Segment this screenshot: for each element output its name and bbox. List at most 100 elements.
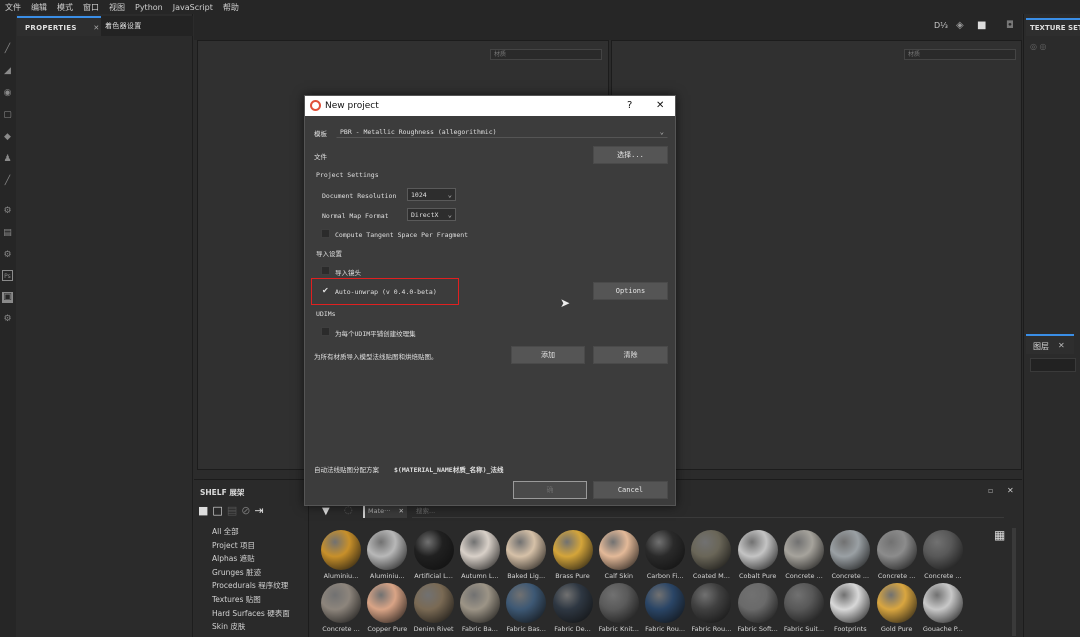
document-resolution-select[interactable]: 1024 ⌄ [407, 188, 456, 201]
menu-mode[interactable]: 模式 [52, 2, 78, 13]
menu-file[interactable]: 文件 [0, 2, 26, 13]
close-button[interactable]: ✕ [656, 100, 664, 111]
material-thumbnail[interactable] [413, 583, 454, 623]
material-thumbnail[interactable] [645, 583, 686, 623]
auto-unwrap-checkbox[interactable]: ✔ [322, 286, 329, 295]
material-thumbnail[interactable] [737, 583, 778, 623]
menu-edit[interactable]: 编辑 [26, 2, 52, 13]
material-thumbnail[interactable] [830, 530, 871, 570]
tab-layers[interactable]: 图层 ✕ [1026, 334, 1074, 354]
new-icon[interactable]: □ [212, 504, 226, 517]
material-thumbnail[interactable] [367, 583, 408, 623]
shelf-category-project[interactable]: Project 项目 [212, 539, 312, 553]
clear-button[interactable]: 清除 [593, 346, 668, 364]
clone-stamp-icon[interactable]: ♟ [2, 154, 13, 165]
material-thumbnail[interactable] [737, 530, 778, 570]
close-icon[interactable]: ✕ [1007, 486, 1014, 495]
display-mode-icon[interactable]: D⅓ [934, 21, 948, 30]
normal-map-format-select[interactable]: DirectX ⌄ [407, 208, 456, 221]
material-thumbnail[interactable] [922, 583, 963, 623]
material-thumbnail[interactable] [830, 583, 871, 623]
material-thumbnail[interactable] [552, 583, 593, 623]
menu-window[interactable]: 窗口 [78, 2, 104, 13]
close-icon[interactable]: ✕ [93, 24, 99, 32]
shelf-category-all[interactable]: All 全部 [212, 525, 312, 539]
material-thumbnail[interactable] [506, 583, 547, 623]
screenshot-icon[interactable]: ◘ [1006, 20, 1014, 31]
import-icon[interactable]: ⇥ [254, 504, 267, 517]
material-thumbnail[interactable] [784, 530, 824, 570]
geometry-mask-icon[interactable]: ▢ [2, 110, 13, 121]
close-icon[interactable]: ✕ [1058, 341, 1065, 350]
material-thumbnail[interactable] [367, 530, 408, 570]
material-thumbnail[interactable] [321, 583, 361, 623]
material-thumbnail[interactable] [552, 530, 593, 570]
close-icon[interactable]: ✕ [399, 505, 404, 517]
float-icon[interactable]: ▫ [988, 486, 993, 495]
smudge-icon[interactable]: ◆ [2, 132, 13, 143]
material-thumbnail[interactable] [459, 583, 500, 623]
shelf-category-grunges[interactable]: Grunges 脏迹 [212, 566, 312, 580]
ok-button[interactable]: 确 [513, 481, 587, 499]
settings-icon[interactable]: ⚙ [2, 206, 13, 217]
material-thumbnail[interactable] [413, 530, 454, 570]
layers-search-input[interactable] [1030, 358, 1076, 372]
visibility-icon[interactable]: ◎ ◎ [1030, 42, 1047, 51]
tab-shader-settings[interactable]: 着色器设置 [105, 16, 165, 36]
shelf-category-alphas[interactable]: Alphas 遮贴 [212, 552, 312, 566]
paint-brush-icon[interactable]: ╱ [2, 44, 13, 55]
material-thumbnail[interactable] [922, 530, 963, 570]
compute-tangent-checkbox[interactable] [321, 229, 330, 238]
delete-icon[interactable]: ▤ [227, 504, 241, 517]
shelf-category-hard-surfaces[interactable]: Hard Surfaces 硬表面 [212, 607, 312, 621]
material-thumbnail[interactable] [598, 530, 639, 570]
folder-icon[interactable]: ■ [198, 504, 212, 517]
picker-icon[interactable]: ╱ [2, 176, 13, 187]
template-select[interactable]: PBR - Metallic Roughness (allegorithmic)… [336, 125, 668, 138]
plugin-icon[interactable]: ⚙ [2, 314, 13, 325]
menu-help[interactable]: 帮助 [218, 2, 244, 13]
cube-icon[interactable]: ◈ [956, 20, 964, 31]
material-thumbnail[interactable] [691, 530, 732, 570]
tab-texture-set[interactable]: TEXTURE SET [1026, 18, 1080, 36]
select-file-button[interactable]: 选择... [593, 146, 668, 164]
photoshop-icon[interactable]: Ps [2, 270, 13, 281]
export-icon[interactable]: ▣ [2, 292, 13, 303]
material-thumbnail[interactable] [784, 583, 824, 623]
gear-small-icon[interactable]: ⚙ [2, 250, 13, 261]
add-button[interactable]: 添加 [511, 346, 585, 364]
eraser-icon[interactable]: ◢ [2, 66, 13, 77]
hide-icon[interactable]: ⊘ [241, 504, 254, 517]
material-thumbnail[interactable] [876, 530, 917, 570]
options-button[interactable]: Options [593, 282, 668, 300]
cancel-button[interactable]: Cancel [593, 481, 668, 499]
shelf-category-textures[interactable]: Textures 贴图 [212, 593, 312, 607]
camera-icon[interactable]: ■ [977, 20, 986, 31]
help-button[interactable]: ? [627, 100, 632, 111]
udim-checkbox[interactable] [321, 327, 330, 336]
material-thumbnail[interactable] [459, 530, 500, 570]
projection-icon[interactable]: ◉ [2, 88, 13, 99]
import-cameras-checkbox[interactable] [321, 266, 330, 275]
menu-python[interactable]: Python [130, 3, 168, 12]
material-search-input-left[interactable]: 材质 [490, 49, 602, 60]
menu-view[interactable]: 视图 [104, 2, 130, 13]
document-icon[interactable]: ▤ [2, 228, 13, 239]
filter-icon[interactable]: ▼ [322, 506, 330, 517]
material-thumbnail[interactable] [876, 583, 917, 623]
menu-javascript[interactable]: JavaScript [168, 3, 218, 12]
material-thumbnail[interactable] [691, 583, 732, 623]
material-thumbnail[interactable] [321, 530, 361, 570]
shelf-scrollbar[interactable] [1012, 528, 1016, 636]
tab-properties[interactable]: PROPERTIES ✕ [17, 16, 101, 36]
filter-tag[interactable]: Mate··· ✕ [363, 505, 407, 518]
shelf-search-input[interactable]: 搜索... [412, 505, 1004, 518]
material-search-input-right[interactable]: 材质 [904, 49, 1016, 60]
compute-tangent-label: Compute Tangent Space Per Fragment [335, 231, 469, 239]
shelf-category-skin[interactable]: Skin 皮肤 [212, 620, 312, 634]
material-thumbnail[interactable] [645, 530, 686, 570]
shelf-category-procedurals[interactable]: Procedurals 程序纹理 [212, 579, 312, 593]
refresh-icon[interactable]: ◌ [344, 505, 353, 516]
material-thumbnail[interactable] [506, 530, 547, 570]
material-thumbnail[interactable] [598, 583, 639, 623]
